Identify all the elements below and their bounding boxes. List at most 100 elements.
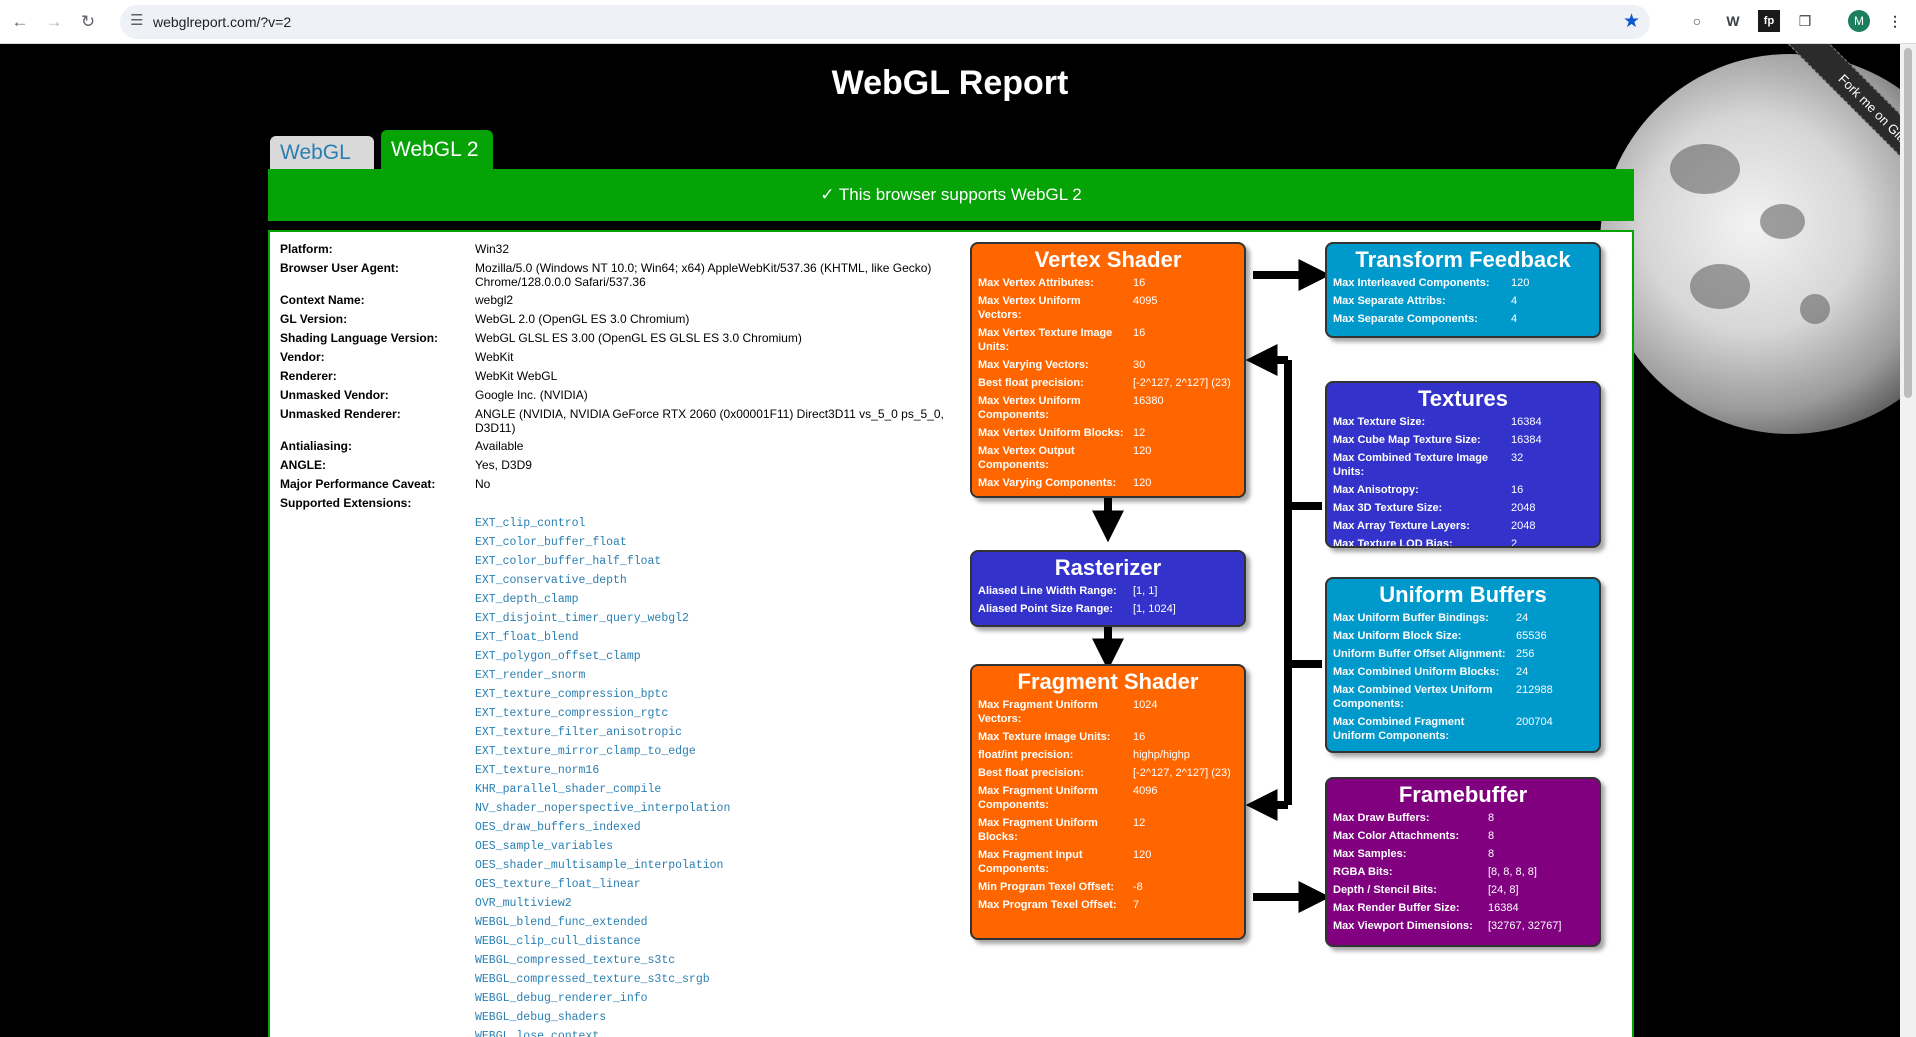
box-row: Min Program Texel Offset: -8	[978, 880, 1231, 898]
box-row-value: 8	[1488, 848, 1495, 860]
box-row-label: Max Fragment Uniform Vectors:	[978, 699, 1098, 725]
box-row: Depth / Stencil Bits: [24, 8]	[1333, 883, 1561, 901]
box-title: Transform Feedback	[1355, 247, 1571, 272]
address-bar[interactable]: ☰ webglreport.com/?v=2 ★	[120, 5, 1650, 39]
box-row-label: Max Color Attachments:	[1333, 830, 1460, 842]
box-table: Max Interleaved Components: 120 Max Separa…	[1333, 276, 1529, 330]
box-row-label: Max Texture LOD Bias:	[1333, 538, 1453, 548]
box-row-label: Best float precision:	[978, 377, 1084, 389]
box-row-value: 16	[1133, 277, 1146, 289]
box-row: Max Varying Components: 120	[978, 476, 1231, 494]
box-row: Max Interleaved Components: 120	[1333, 276, 1529, 294]
box-row-value: 16384	[1488, 902, 1519, 914]
box-row: Max Viewport Dimensions: [32767, 32767]	[1333, 919, 1561, 937]
site-info-icon[interactable]: ☰	[130, 11, 143, 29]
box-table: Max Fragment Uniform Vectors: 1024 Max Tex…	[978, 698, 1231, 916]
box-row-value: 2048	[1511, 520, 1536, 532]
uniform-buffers-box: Uniform Buffers Max Uniform Buffer Bindin…	[1325, 577, 1601, 753]
box-row: Max Uniform Block Size: 65536	[1333, 629, 1553, 647]
box-row-label: Max Uniform Buffer Bindings:	[1333, 612, 1489, 624]
box-row: Best float precision: [-2^127, 2^127] (23…	[978, 376, 1231, 394]
box-table: Aliased Line Width Range: [1, 1] Aliased P…	[978, 584, 1176, 620]
box-row-value: 8	[1488, 830, 1495, 842]
box-row: Max 3D Texture Size: 2048	[1333, 501, 1542, 519]
back-icon[interactable]: ←	[8, 10, 32, 34]
extensions-puzzle-icon[interactable]: ❒	[1794, 10, 1816, 32]
box-row-label: Max Combined Uniform Blocks:	[1333, 666, 1500, 678]
box-row-label: Max Fragment Input Components:	[978, 849, 1083, 875]
box-row: Aliased Line Width Range: [1, 1]	[978, 584, 1176, 602]
box-row: Max Combined Uniform Blocks: 24	[1333, 665, 1553, 683]
box-row-label: Max Vertex Output Components:	[978, 445, 1075, 471]
forward-icon[interactable]: →	[42, 10, 66, 34]
box-row-value: 212988	[1516, 684, 1553, 696]
box-row: Max Program Texel Offset: 7	[978, 898, 1231, 916]
box-row-value: 16	[1511, 484, 1524, 496]
box-row-label: Max Combined Fragment Uniform Components…	[1333, 716, 1465, 742]
box-row-value: [1, 1024]	[1133, 603, 1176, 615]
box-row-value: 12	[1133, 817, 1146, 829]
box-title: Rasterizer	[1054, 555, 1162, 580]
box-row-label: Min Program Texel Offset:	[978, 881, 1115, 893]
box-row-label: Max Vertex Uniform Blocks:	[978, 427, 1124, 439]
box-row: Max Color Attachments: 8	[1333, 829, 1561, 847]
box-row-value: 8	[1488, 812, 1495, 824]
scrollbar-thumb[interactable]	[1904, 48, 1912, 398]
box-title: Vertex Shader	[1034, 247, 1182, 272]
box-row-value: 2	[1511, 538, 1518, 548]
box-row: Max Texture Size: 16384	[1333, 415, 1542, 433]
box-row: Max Varying Vectors: 30	[978, 358, 1231, 376]
box-row-label: Max Vertex Attributes:	[978, 277, 1094, 289]
box-title: Fragment Shader	[1017, 669, 1199, 694]
tab-webgl2[interactable]: WebGL 2	[381, 130, 493, 170]
box-row-value: 120	[1133, 445, 1152, 457]
box-row-label: Max Uniform Block Size:	[1333, 630, 1462, 642]
box-row-value: [-2^127, 2^127] (23)	[1133, 377, 1231, 389]
report-panel: Platform: Win32 Browser User Agent: Mozilla…	[268, 230, 1634, 1037]
box-row-label: Max Separate Components:	[1333, 313, 1478, 325]
menu-kebab-icon[interactable]: ⋮	[1884, 10, 1906, 32]
box-row-label: Aliased Line Width Range:	[978, 585, 1117, 597]
reload-icon[interactable]: ↻	[76, 10, 100, 34]
transform-feedback-box: Transform Feedback Max Interleaved Compon…	[1325, 242, 1601, 338]
box-row-value: 2048	[1511, 502, 1536, 514]
bookmark-star-icon[interactable]: ★	[1623, 10, 1640, 33]
profile-avatar[interactable]: M	[1848, 10, 1870, 32]
box-row-value: [1, 1]	[1133, 585, 1158, 597]
box-title: Uniform Buffers	[1379, 582, 1547, 607]
url-text: webglreport.com/?v=2	[153, 14, 292, 30]
box-row-value: 1024	[1133, 699, 1158, 711]
fp-extension-icon[interactable]: fp	[1758, 10, 1780, 32]
page-title: WebGL Report	[831, 64, 1069, 102]
support-banner: ✓ This browser supports WebGL 2	[268, 169, 1634, 221]
w-extension-icon[interactable]: W	[1722, 10, 1744, 32]
box-row-value: -8	[1133, 881, 1143, 893]
box-row: Max Vertex Texture Image Units: 16	[978, 326, 1231, 358]
box-row: Max Cube Map Texture Size: 16384	[1333, 433, 1542, 451]
chat-icon[interactable]: ○	[1686, 10, 1708, 32]
box-row: Max Fragment Input Components: 120	[978, 848, 1231, 880]
box-row-label: RGBA Bits:	[1333, 866, 1393, 878]
box-row: Max Vertex Uniform Vectors: 4095	[978, 294, 1231, 326]
box-row-value: 16	[1133, 731, 1146, 743]
box-row-label: Max Samples:	[1333, 848, 1407, 860]
box-row-label: Max Render Buffer Size:	[1333, 902, 1460, 914]
tab-webgl1[interactable]: WebGL 1	[270, 136, 374, 198]
box-title: Framebuffer	[1398, 782, 1528, 807]
box-row: Max Render Buffer Size: 16384	[1333, 901, 1561, 919]
page-scrollbar[interactable]	[1900, 44, 1916, 1037]
box-row-value: 4095	[1133, 295, 1158, 307]
box-row-label: Max Draw Buffers:	[1333, 812, 1430, 824]
box-row-label: Max Combined Texture Image Units:	[1333, 452, 1489, 478]
box-row-value: 12	[1133, 427, 1146, 439]
box-row: Max Texture Image Units: 16	[978, 730, 1231, 748]
box-row: Max Array Texture Layers: 2048	[1333, 519, 1542, 537]
box-row-value: 24	[1516, 612, 1529, 624]
box-row: float/int precision: highp/highp	[978, 748, 1231, 766]
box-row-value: 16384	[1511, 434, 1542, 446]
box-row-label: Max Program Texel Offset:	[978, 899, 1117, 911]
box-row-value: 256	[1516, 648, 1535, 660]
box-row-label: Max Separate Attribs:	[1333, 295, 1446, 307]
fragment-shader-box: Fragment Shader Max Fragment Uniform Vect…	[970, 664, 1246, 940]
box-row: Max Texture LOD Bias: 2	[1333, 537, 1542, 548]
